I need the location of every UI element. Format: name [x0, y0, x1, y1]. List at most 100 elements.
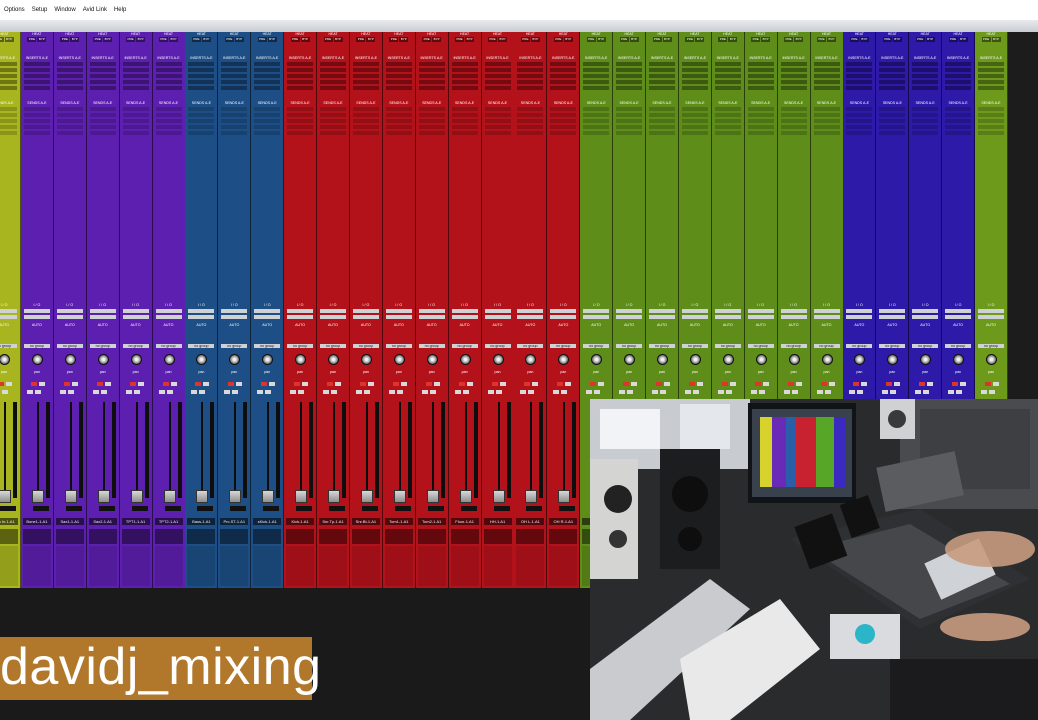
insert-slot[interactable]: [583, 62, 610, 66]
track-name[interactable]: OH L-1.A1: [516, 518, 545, 525]
send-slot[interactable]: [320, 107, 346, 111]
send-slot[interactable]: [451, 113, 478, 117]
insert-slot[interactable]: [649, 80, 675, 84]
send-slot[interactable]: [385, 131, 412, 135]
insert-slot[interactable]: [188, 68, 215, 72]
input-monitor-button[interactable]: [170, 382, 177, 386]
insert-slot[interactable]: [484, 62, 511, 66]
insert-slot[interactable]: [616, 86, 643, 90]
send-slot[interactable]: [287, 113, 314, 117]
pan-knob[interactable]: [953, 354, 965, 365]
comments-area[interactable]: [549, 546, 578, 586]
mute-button[interactable]: [890, 390, 897, 394]
insert-slot[interactable]: [0, 86, 17, 90]
pan-knob[interactable]: [492, 354, 504, 365]
send-slot[interactable]: [747, 107, 774, 111]
pan-knob[interactable]: [393, 354, 405, 365]
solo-button[interactable]: [355, 390, 362, 394]
record-button[interactable]: [590, 382, 597, 386]
insert-slot[interactable]: [978, 68, 1004, 72]
send-slot[interactable]: [89, 131, 116, 135]
mute-button[interactable]: [660, 390, 666, 394]
io-selector[interactable]: [583, 309, 610, 313]
insert-slot[interactable]: [122, 68, 149, 72]
insert-slot[interactable]: [23, 62, 50, 66]
send-slot[interactable]: [418, 113, 445, 117]
heat-bypass-button[interactable]: BYP: [629, 37, 639, 42]
insert-slot[interactable]: [517, 68, 544, 72]
insert-slot[interactable]: [0, 68, 17, 72]
io-selector[interactable]: [681, 315, 708, 319]
insert-slot[interactable]: [583, 74, 610, 78]
mute-button[interactable]: [923, 390, 930, 394]
mute-button[interactable]: [265, 390, 272, 394]
heat-pre-button[interactable]: PRE: [257, 37, 267, 42]
insert-slot[interactable]: [287, 62, 314, 66]
io-selector[interactable]: [912, 315, 939, 319]
io-selector[interactable]: [846, 315, 873, 319]
send-slot[interactable]: [714, 107, 741, 111]
volume-readout[interactable]: [98, 506, 115, 511]
insert-slot[interactable]: [352, 86, 379, 90]
heat-bypass-button[interactable]: BYP: [827, 37, 836, 42]
insert-slot[interactable]: [780, 80, 807, 84]
insert-slot[interactable]: [155, 62, 182, 66]
input-monitor-button[interactable]: [203, 382, 210, 386]
record-button[interactable]: [919, 382, 926, 386]
send-slot[interactable]: [352, 113, 379, 117]
mute-button[interactable]: [67, 390, 74, 394]
send-slot[interactable]: [155, 107, 182, 111]
insert-slot[interactable]: [122, 80, 149, 84]
insert-slot[interactable]: [550, 74, 577, 78]
send-slot[interactable]: [56, 113, 83, 117]
record-button[interactable]: [623, 382, 630, 386]
volume-fader[interactable]: [393, 490, 406, 503]
insert-slot[interactable]: [484, 68, 511, 72]
input-monitor-button[interactable]: [499, 382, 506, 386]
send-slot[interactable]: [879, 131, 906, 135]
io-selector[interactable]: [451, 315, 478, 319]
solo-button[interactable]: [816, 390, 823, 394]
heat-bypass-button[interactable]: BYP: [695, 37, 705, 42]
menu-setup[interactable]: Setup: [32, 7, 48, 13]
send-slot[interactable]: [714, 113, 741, 117]
insert-slot[interactable]: [550, 80, 577, 84]
io-selector[interactable]: [484, 309, 511, 313]
record-button[interactable]: [721, 382, 728, 386]
solo-button[interactable]: [290, 390, 297, 394]
heat-pre-button[interactable]: PRE: [849, 37, 859, 42]
record-button[interactable]: [985, 382, 991, 386]
send-slot[interactable]: [451, 131, 478, 135]
heat-pre-button[interactable]: PRE: [619, 37, 629, 42]
send-slot[interactable]: [681, 113, 708, 117]
io-selector[interactable]: [56, 315, 83, 319]
send-slot[interactable]: [945, 113, 972, 117]
pan-knob[interactable]: [262, 354, 274, 365]
insert-slot[interactable]: [978, 74, 1004, 78]
insert-slot[interactable]: [945, 68, 972, 72]
insert-slot[interactable]: [945, 86, 972, 90]
io-selector[interactable]: [385, 315, 412, 319]
io-selector[interactable]: [23, 309, 50, 313]
insert-slot[interactable]: [649, 86, 675, 90]
insert-slot[interactable]: [451, 86, 478, 90]
heat-pre-button[interactable]: PRE: [356, 37, 366, 42]
pan-knob[interactable]: [722, 354, 734, 365]
insert-slot[interactable]: [747, 74, 774, 78]
io-selector[interactable]: [550, 309, 577, 313]
io-selector[interactable]: [254, 315, 281, 319]
send-slot[interactable]: [484, 119, 511, 123]
heat-pre-button[interactable]: PRE: [159, 37, 168, 42]
insert-slot[interactable]: [122, 74, 149, 78]
volume-readout[interactable]: [427, 506, 444, 511]
track-name[interactable]: TPT2-1.A1: [154, 518, 183, 525]
send-slot[interactable]: [188, 119, 215, 123]
insert-slot[interactable]: [385, 80, 412, 84]
input-monitor-button[interactable]: [861, 382, 868, 386]
send-slot[interactable]: [846, 131, 873, 135]
input-monitor-button[interactable]: [927, 382, 934, 386]
record-button[interactable]: [195, 382, 202, 386]
track-name[interactable]: Prc.ST-1.A1: [220, 518, 249, 525]
send-slot[interactable]: [385, 125, 412, 129]
send-slot[interactable]: [188, 107, 215, 111]
